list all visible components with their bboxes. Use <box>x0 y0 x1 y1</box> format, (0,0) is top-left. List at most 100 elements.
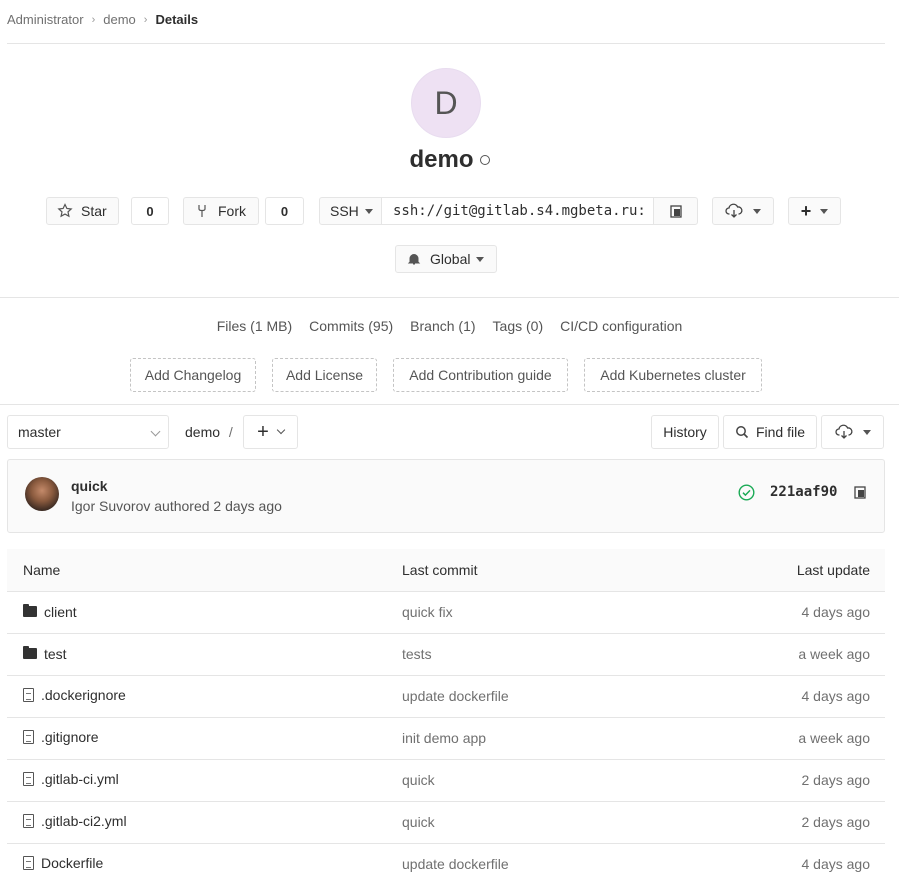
star-button[interactable]: Star <box>46 197 119 225</box>
table-row[interactable]: test tests a week ago <box>7 633 885 676</box>
table-row[interactable]: .gitlab-ci.yml quick 2 days ago <box>7 759 885 802</box>
table-row[interactable]: .gitignore init demo app a week ago <box>7 717 885 760</box>
file-name-cell: .gitlab-ci2.yml <box>7 801 402 844</box>
add-changelog-button[interactable]: Add Changelog <box>130 358 256 392</box>
commit-message-link[interactable]: quick fix <box>402 604 453 620</box>
branch-name: master <box>18 424 61 440</box>
find-file-button[interactable]: Find file <box>723 415 817 449</box>
project-stats: Files (1 MB) Commits (95) Branch (1) Tag… <box>0 318 899 334</box>
copy-url-button[interactable] <box>653 197 698 225</box>
breadcrumb-item-administrator[interactable]: Administrator <box>7 12 84 27</box>
add-license-button[interactable]: Add License <box>272 358 377 392</box>
protocol-label: SSH <box>330 203 359 219</box>
path-segment-demo[interactable]: demo <box>185 424 220 440</box>
file-name: .gitlab-ci.yml <box>41 771 119 787</box>
commit-title[interactable]: quick <box>71 478 108 494</box>
commit-message-link[interactable]: update dockerfile <box>402 688 509 704</box>
file-name: client <box>44 603 77 620</box>
chevron-down-icon <box>820 208 829 214</box>
file-icon <box>23 772 34 786</box>
stat-branch[interactable]: Branch (1) <box>410 318 475 334</box>
column-header-name: Name <box>7 549 402 592</box>
last-update-cell: 4 days ago <box>666 843 885 874</box>
file-link[interactable]: test <box>23 646 67 662</box>
commit-message-link[interactable]: update dockerfile <box>402 856 509 872</box>
file-link[interactable]: Dockerfile <box>23 855 103 871</box>
table-row[interactable]: Dockerfile update dockerfile 4 days ago <box>7 843 885 874</box>
star-count[interactable]: 0 <box>131 197 169 225</box>
download-source-dropdown[interactable] <box>821 415 884 449</box>
avatar[interactable] <box>25 477 59 511</box>
bell-icon <box>407 254 421 265</box>
column-header-last-commit: Last commit <box>402 549 667 592</box>
path-separator: / <box>228 424 233 440</box>
table-row[interactable]: client quick fix 4 days ago <box>7 591 885 634</box>
last-commit-cell: update dockerfile <box>402 675 667 718</box>
section-divider <box>0 297 899 298</box>
fork-button[interactable]: Fork <box>183 197 259 225</box>
last-commit-cell: quick <box>402 759 667 802</box>
section-divider <box>0 404 899 405</box>
project-name: demo <box>409 146 474 173</box>
folder-icon <box>23 604 37 618</box>
globe-icon <box>479 155 490 165</box>
file-link[interactable]: .gitlab-ci.yml <box>23 771 119 787</box>
last-commit-cell: init demo app <box>402 717 667 760</box>
last-commit-cell: quick fix <box>402 591 667 634</box>
table-row[interactable]: .gitlab-ci2.yml quick 2 days ago <box>7 801 885 844</box>
column-header-last-update: Last update <box>666 549 885 592</box>
branch-select[interactable]: master <box>7 415 169 449</box>
file-name-cell: Dockerfile <box>7 843 402 874</box>
commit-sha[interactable]: 221aaf90 <box>770 484 837 500</box>
file-icon <box>23 730 34 744</box>
file-link[interactable]: .dockerignore <box>23 687 126 703</box>
breadcrumb: Administrator › demo › Details <box>7 12 198 27</box>
fork-icon <box>198 205 206 217</box>
breadcrumb-divider <box>7 43 885 44</box>
file-name: Dockerfile <box>41 855 104 871</box>
table-row[interactable]: .dockerignore update dockerfile 4 days ago <box>7 675 885 718</box>
fork-count[interactable]: 0 <box>265 197 304 225</box>
last-update-cell: 4 days ago <box>666 675 885 718</box>
add-kubernetes-cluster-button[interactable]: Add Kubernetes cluster <box>584 358 762 392</box>
history-button[interactable]: History <box>651 415 719 449</box>
file-name-cell: client <box>7 591 402 634</box>
stat-cicd[interactable]: CI/CD configuration <box>560 318 682 334</box>
find-file-label: Find file <box>755 424 806 440</box>
project-avatar: D <box>411 68 481 138</box>
pipeline-success-icon[interactable] <box>738 484 755 501</box>
add-contribution-guide-button[interactable]: Add Contribution guide <box>393 358 568 392</box>
commit-message-link[interactable]: tests <box>402 646 432 662</box>
download-dropdown[interactable] <box>712 197 774 225</box>
file-link[interactable]: .gitlab-ci2.yml <box>23 813 127 829</box>
stat-files[interactable]: Files (1 MB) <box>217 318 292 334</box>
file-link[interactable]: .gitignore <box>23 729 99 745</box>
stat-tags[interactable]: Tags (0) <box>493 318 544 334</box>
chevron-down-icon <box>862 429 871 435</box>
commit-message-link[interactable]: init demo app <box>402 730 486 746</box>
clipboard-icon[interactable] <box>853 485 867 499</box>
file-icon <box>23 688 34 702</box>
file-icon <box>23 814 34 828</box>
stat-commits[interactable]: Commits (95) <box>309 318 393 334</box>
breadcrumb-current[interactable]: Details <box>155 12 198 27</box>
last-commit-cell: quick <box>402 801 667 844</box>
new-item-dropdown[interactable]: + <box>788 197 841 225</box>
add-to-tree-dropdown[interactable]: + <box>243 415 298 449</box>
folder-icon <box>23 646 37 660</box>
notification-dropdown[interactable]: Global <box>395 245 497 273</box>
clipboard-icon <box>669 205 682 218</box>
file-name: test <box>44 645 67 662</box>
protocol-dropdown[interactable]: SSH <box>319 197 382 225</box>
commit-message-link[interactable]: quick <box>402 814 435 830</box>
last-update-cell: a week ago <box>666 633 885 676</box>
clone-url-input[interactable]: ssh://git@gitlab.s4.mgbeta.ru: <box>381 197 654 225</box>
file-name-cell: .gitignore <box>7 717 402 760</box>
commit-message-link[interactable]: quick <box>402 772 435 788</box>
file-link[interactable]: client <box>23 604 77 620</box>
breadcrumb-item-demo[interactable]: demo <box>103 12 136 27</box>
star-label: Star <box>81 203 107 219</box>
chevron-down-icon <box>364 208 373 214</box>
plus-icon: + <box>257 421 269 443</box>
fork-label: Fork <box>218 203 246 219</box>
